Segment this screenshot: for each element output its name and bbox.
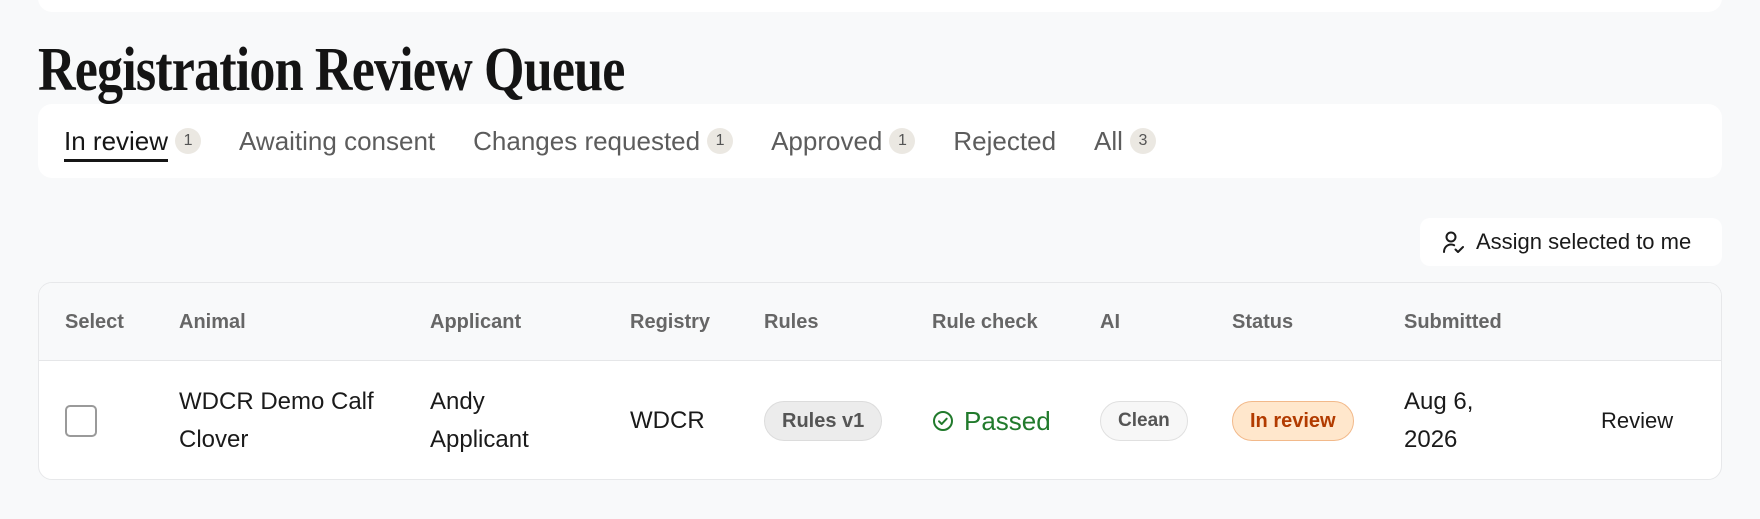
rule-check-status: Passed — [932, 402, 1051, 440]
tab-count-badge: 1 — [707, 128, 734, 154]
column-header-applicant: Applicant — [430, 310, 522, 333]
tab-awaiting-consent[interactable]: Awaiting consent — [239, 126, 435, 157]
column-header-ai: AI — [1100, 310, 1120, 333]
assign-button-label: Assign selected to me — [1476, 229, 1692, 254]
tab-approved[interactable]: Approved 1 — [771, 125, 916, 157]
tabs-card: In review 1 Awaiting consent Changes req… — [38, 104, 1722, 178]
rules-badge: Rules v1 — [764, 401, 883, 441]
ai-badge: Clean — [1100, 401, 1188, 441]
column-header-registry: Registry — [630, 310, 711, 333]
tab-label: All — [1094, 125, 1123, 156]
tab-count-badge: 1 — [889, 128, 916, 154]
column-header-select: Select — [65, 310, 124, 333]
applicant-cell: Andy Applicant — [430, 388, 529, 453]
review-link[interactable]: Review — [1601, 402, 1673, 440]
assign-selected-button[interactable]: Assign selected to me — [1420, 218, 1722, 266]
tab-rejected[interactable]: Rejected — [953, 126, 1056, 157]
tab-label: Awaiting consent — [239, 125, 436, 156]
tab-count-badge: 1 — [175, 128, 202, 154]
check-circle-icon — [932, 410, 954, 432]
column-header-animal: Animal — [179, 310, 246, 333]
tab-label: Changes requested — [473, 125, 701, 156]
top-card — [38, 0, 1722, 12]
column-header-submitted: Submitted — [1404, 310, 1502, 333]
review-table: Select Animal Applicant Registry Rules R… — [38, 282, 1722, 480]
tab-changes-requested[interactable]: Changes requested 1 — [473, 125, 734, 157]
tab-all[interactable]: All 3 — [1094, 126, 1156, 157]
tab-label: Approved — [771, 125, 883, 156]
rule-check-label: Passed — [964, 406, 1051, 436]
user-check-icon — [1442, 230, 1464, 254]
status-badge: In review — [1232, 401, 1354, 441]
column-header-status: Status — [1232, 310, 1294, 333]
table-row: WDCR Demo Calf Clover Andy Applicant WDC… — [39, 361, 1721, 479]
row-select-checkbox[interactable] — [65, 405, 97, 437]
column-header-rules: Rules — [764, 310, 819, 333]
animal-cell: WDCR Demo Calf Clover — [179, 388, 374, 453]
registry-cell: WDCR — [630, 407, 705, 434]
page-title: Registration Review Queue — [38, 36, 625, 104]
tab-count-badge: 3 — [1129, 128, 1156, 154]
tab-label: In review — [64, 126, 169, 162]
tab-bar: In review 1 Awaiting consent Changes req… — [64, 104, 1194, 178]
submitted-cell: Aug 6, 2026 — [1404, 388, 1474, 453]
table-header: Select Animal Applicant Registry Rules R… — [39, 283, 1721, 361]
tab-label: Rejected — [953, 125, 1057, 156]
tab-in-review[interactable]: In review 1 — [64, 121, 202, 162]
column-header-rule-check: Rule check — [932, 310, 1038, 333]
